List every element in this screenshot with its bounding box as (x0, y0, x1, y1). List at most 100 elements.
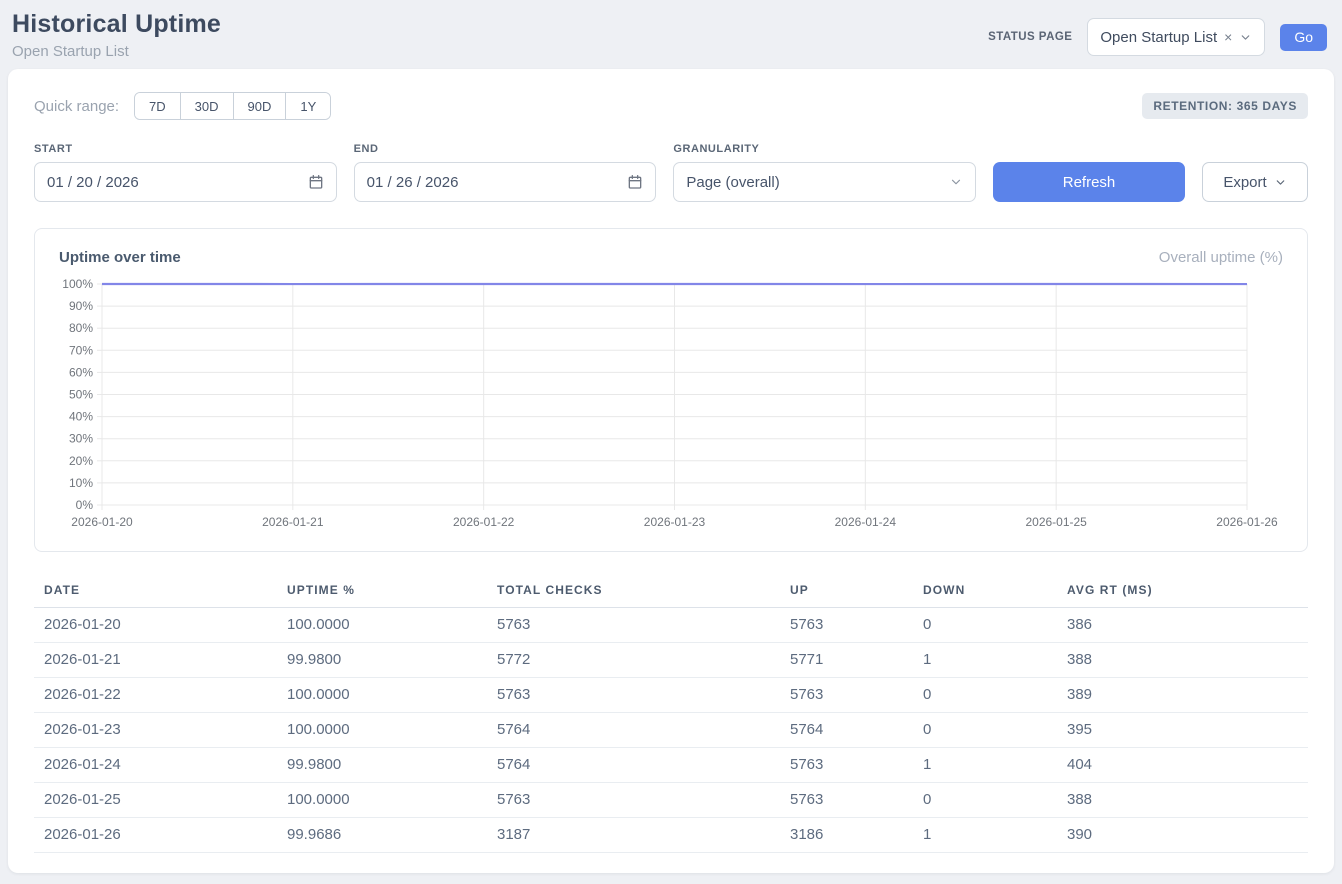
table-cell: 2026-01-23 (34, 713, 277, 748)
svg-text:2026-01-26: 2026-01-26 (1216, 515, 1278, 529)
quick-range-button-1y[interactable]: 1Y (285, 93, 330, 119)
granularity-select[interactable]: Page (overall) (673, 162, 976, 202)
svg-text:2026-01-23: 2026-01-23 (644, 515, 706, 529)
table-cell: 2026-01-21 (34, 643, 277, 678)
chart-title: Uptime over time (59, 249, 181, 266)
page-header-left: Historical Uptime Open Startup List (12, 10, 221, 60)
granularity-value: Page (overall) (686, 174, 779, 191)
table-cell: 386 (1057, 608, 1308, 643)
table-cell: 2026-01-26 (34, 818, 277, 853)
table-cell: 100.0000 (277, 678, 487, 713)
column-header: DATE (34, 574, 277, 608)
quick-range-button-30d[interactable]: 30D (180, 93, 233, 119)
table-cell: 3187 (487, 818, 780, 853)
end-date-value: 01 / 26 / 2026 (367, 174, 459, 191)
svg-text:40%: 40% (69, 410, 93, 424)
table-cell: 5771 (780, 643, 913, 678)
calendar-icon[interactable] (308, 174, 324, 190)
column-header: UPTIME % (277, 574, 487, 608)
table-row: 2026-01-25100.0000576357630388 (34, 783, 1308, 818)
table-cell: 0 (913, 608, 1057, 643)
clear-icon[interactable]: × (1224, 29, 1232, 45)
granularity-field-group: GRANULARITY Page (overall) (673, 143, 976, 202)
status-page-label: STATUS PAGE (988, 31, 1072, 43)
chart-canvas: 0%10%20%30%40%50%60%70%80%90%100%2026-01… (59, 274, 1283, 532)
table-cell: 99.9800 (277, 643, 487, 678)
page-title: Historical Uptime (12, 10, 221, 39)
calendar-icon[interactable] (627, 174, 643, 190)
table-cell: 5763 (780, 783, 913, 818)
table-cell: 5764 (780, 713, 913, 748)
start-date-value: 01 / 20 / 2026 (47, 174, 139, 191)
table-body: 2026-01-20100.00005763576303862026-01-21… (34, 608, 1308, 853)
table-row: 2026-01-23100.0000576457640395 (34, 713, 1308, 748)
refresh-button[interactable]: Refresh (993, 162, 1185, 202)
svg-text:0%: 0% (76, 498, 94, 512)
table-cell: 100.0000 (277, 608, 487, 643)
column-header: TOTAL CHECKS (487, 574, 780, 608)
table-row: 2026-01-2199.9800577257711388 (34, 643, 1308, 678)
start-field-group: START 01 / 20 / 2026 (34, 143, 337, 202)
svg-text:60%: 60% (69, 365, 93, 379)
table-cell: 2026-01-25 (34, 783, 277, 818)
end-field-group: END 01 / 26 / 2026 (354, 143, 657, 202)
svg-text:2026-01-20: 2026-01-20 (71, 515, 133, 529)
table-cell: 404 (1057, 748, 1308, 783)
chart-legend: Overall uptime (%) (1159, 249, 1283, 266)
table-cell: 100.0000 (277, 783, 487, 818)
table-cell: 0 (913, 678, 1057, 713)
table-row: 2026-01-20100.0000576357630386 (34, 608, 1308, 643)
uptime-chart-card: Uptime over time Overall uptime (%) 0% 10… (34, 228, 1308, 552)
table-cell: 388 (1057, 783, 1308, 818)
end-date-input[interactable]: 01 / 26 / 2026 (354, 162, 657, 202)
table-cell: 1 (913, 818, 1057, 853)
chevron-down-icon (1274, 176, 1287, 189)
table-cell: 5763 (780, 608, 913, 643)
table-cell: 99.9800 (277, 748, 487, 783)
go-button[interactable]: Go (1280, 24, 1327, 51)
table-header-row: DATEUPTIME %TOTAL CHECKSUPDOWNAVG RT (MS… (34, 574, 1308, 608)
svg-text:2026-01-21: 2026-01-21 (262, 515, 324, 529)
svg-text:30%: 30% (69, 432, 93, 446)
table-cell: 5772 (487, 643, 780, 678)
table-cell: 1 (913, 748, 1057, 783)
table-cell: 5763 (487, 678, 780, 713)
start-label: START (34, 143, 337, 155)
filter-fields-row: START 01 / 20 / 2026 END 01 / 26 / 2026 … (34, 143, 1308, 202)
table-cell: 100.0000 (277, 713, 487, 748)
table-cell: 1 (913, 643, 1057, 678)
table-cell: 388 (1057, 643, 1308, 678)
table-cell: 99.9686 (277, 818, 487, 853)
svg-text:20%: 20% (69, 454, 93, 468)
svg-text:70%: 70% (69, 343, 93, 357)
svg-text:50%: 50% (69, 388, 93, 402)
table-cell: 5764 (487, 713, 780, 748)
export-button[interactable]: Export (1202, 162, 1308, 202)
retention-badge: RETENTION: 365 DAYS (1142, 93, 1308, 119)
quick-range-group: 7D30D90D1Y (134, 92, 331, 120)
table-cell: 5763 (487, 608, 780, 643)
column-header: AVG RT (MS) (1057, 574, 1308, 608)
export-button-label: Export (1223, 174, 1266, 191)
status-page-select[interactable]: Open Startup List × (1087, 18, 1265, 56)
granularity-label: GRANULARITY (673, 143, 976, 155)
svg-text:10%: 10% (69, 476, 93, 490)
main-panel: Quick range: 7D30D90D1Y RETENTION: 365 D… (8, 69, 1334, 873)
table-row: 2026-01-2699.9686318731861390 (34, 818, 1308, 853)
svg-text:100%: 100% (62, 277, 93, 291)
uptime-line-chart: 0%10%20%30%40%50%60%70%80%90%100%2026-01… (59, 274, 1283, 537)
table-cell: 389 (1057, 678, 1308, 713)
quick-range-button-90d[interactable]: 90D (233, 93, 286, 119)
table-cell: 5763 (487, 783, 780, 818)
svg-text:2026-01-25: 2026-01-25 (1025, 515, 1087, 529)
start-date-input[interactable]: 01 / 20 / 2026 (34, 162, 337, 202)
chevron-down-icon (949, 175, 963, 189)
table-cell: 390 (1057, 818, 1308, 853)
column-header: UP (780, 574, 913, 608)
quick-range-button-7d[interactable]: 7D (135, 93, 180, 119)
svg-text:80%: 80% (69, 321, 93, 335)
table-cell: 0 (913, 783, 1057, 818)
table-cell: 5763 (780, 748, 913, 783)
table-cell: 2026-01-20 (34, 608, 277, 643)
table-cell: 395 (1057, 713, 1308, 748)
